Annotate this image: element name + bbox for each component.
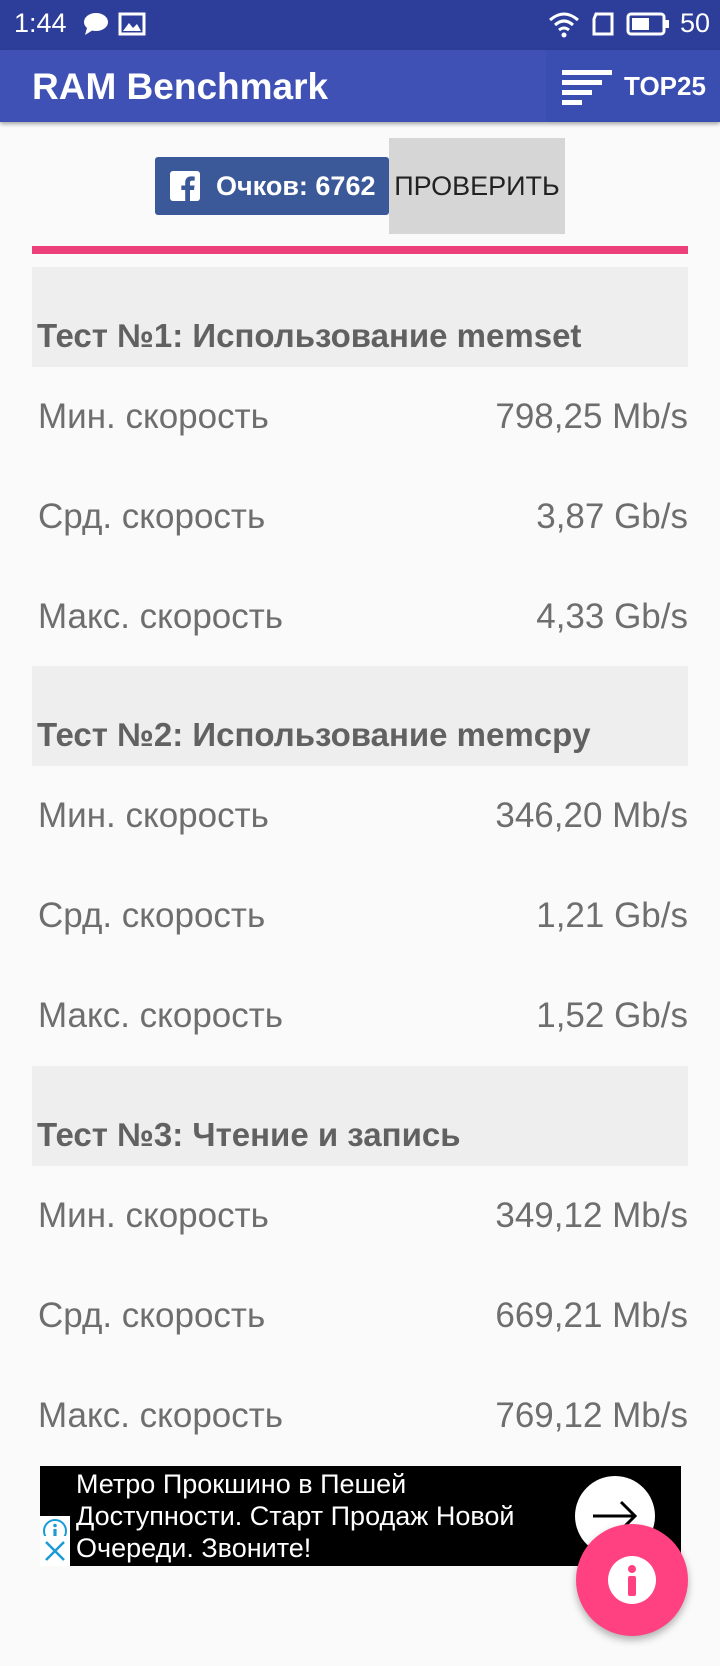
metric-value: 3,87 Gb/s xyxy=(536,497,688,536)
metric-label: Мин. скорость xyxy=(38,1196,269,1235)
rotate-icon xyxy=(592,12,614,35)
status-bar: 1:44 50 xyxy=(0,0,720,50)
test-1-title: Тест №1: Использование memset xyxy=(37,317,582,354)
metric-value: 1,21 Gb/s xyxy=(536,896,688,935)
metric-value: 769,12 Mb/s xyxy=(495,1396,688,1435)
facebook-icon xyxy=(170,171,200,201)
battery-icon xyxy=(626,12,669,35)
chat-icon xyxy=(84,13,108,35)
sort-icon xyxy=(562,70,613,105)
metric-row: Мин. скорость 349,12 Mb/s xyxy=(32,1166,688,1266)
test-2-header: Тест №2: Использование memcpy xyxy=(32,666,688,766)
test-3-header: Тест №3: Чтение и запись xyxy=(32,1066,688,1166)
metric-label: Мин. скорость xyxy=(38,796,269,835)
score-label: Очков: 6762 xyxy=(216,170,376,201)
top25-label: TOP25 xyxy=(624,70,706,101)
score-row: Очков: 6762 ПРОВЕРИТЬ xyxy=(155,138,565,234)
metric-row: Срд. скорость 1,21 Gb/s xyxy=(32,866,688,966)
metric-label: Срд. скорость xyxy=(38,896,266,935)
app-bar: RAM Benchmark TOP25 xyxy=(0,50,720,122)
check-button[interactable]: ПРОВЕРИТЬ xyxy=(389,138,565,234)
ad-close-icon[interactable] xyxy=(40,1536,70,1566)
metric-value: 669,21 Mb/s xyxy=(495,1296,688,1335)
metric-label: Макс. скорость xyxy=(38,1396,284,1435)
test-2-title: Тест №2: Использование memcpy xyxy=(37,716,591,753)
metric-value: 1,52 Gb/s xyxy=(536,996,688,1035)
metric-row: Мин. скорость 346,20 Mb/s xyxy=(32,766,688,866)
metric-row: Срд. скорость 669,21 Mb/s xyxy=(32,1266,688,1366)
accent-divider xyxy=(32,246,688,254)
metric-value: 346,20 Mb/s xyxy=(495,796,688,835)
metric-label: Макс. скорость xyxy=(38,996,284,1035)
metric-row: Мин. скорость 798,25 Mb/s xyxy=(32,367,688,467)
app-title: RAM Benchmark xyxy=(32,66,329,107)
metric-row: Срд. скорость 3,87 Gb/s xyxy=(32,467,688,567)
metric-value: 798,25 Mb/s xyxy=(495,397,688,436)
metric-row: Макс. скорость 4,33 Gb/s xyxy=(32,567,688,667)
facebook-share-button[interactable]: Очков: 6762 xyxy=(155,157,389,215)
wifi-icon xyxy=(548,12,579,37)
image-icon xyxy=(118,12,146,36)
metric-row: Макс. скорость 769,12 Mb/s xyxy=(32,1366,688,1466)
metric-value: 4,33 Gb/s xyxy=(536,597,688,636)
test-3-title: Тест №3: Чтение и запись xyxy=(37,1116,461,1153)
status-time: 1:44 xyxy=(14,8,67,38)
info-icon xyxy=(608,1556,656,1604)
ad-text: Метро Прокшино в Пешей Доступности. Стар… xyxy=(76,1469,515,1563)
info-fab[interactable] xyxy=(576,1524,688,1636)
metric-value: 349,12 Mb/s xyxy=(495,1196,688,1235)
metric-label: Срд. скорость xyxy=(38,497,266,536)
metric-label: Мин. скорость xyxy=(38,397,269,436)
top25-button[interactable]: TOP25 xyxy=(546,50,720,122)
test-1-header: Тест №1: Использование memset xyxy=(32,267,688,367)
metric-label: Срд. скорость xyxy=(38,1296,266,1335)
metric-row: Макс. скорость 1,52 Gb/s xyxy=(32,966,688,1066)
metric-label: Макс. скорость xyxy=(38,597,284,636)
battery-level: 50 xyxy=(679,8,710,38)
